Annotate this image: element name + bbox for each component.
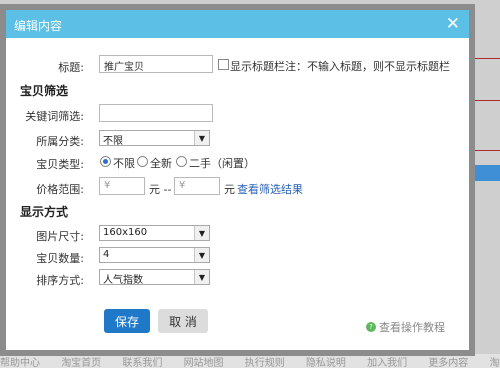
footer-link[interactable]: 隐私说明 <box>306 358 346 368</box>
edit-dialog: 编辑内容 ✕ 标题: 推广宝贝 显示标题栏注：不输入标题，则不显示标题栏 宝贝筛… <box>6 10 469 350</box>
close-icon[interactable]: ✕ <box>446 14 460 34</box>
footer-link[interactable]: 联系我们 <box>122 358 162 368</box>
image-size-select[interactable]: 160x160 ▼ <box>99 225 210 241</box>
footer-link[interactable]: 加入我们 <box>367 358 407 368</box>
sort-select[interactable]: 人气指数 ▼ <box>99 269 210 286</box>
dialog-frame: 编辑内容 ✕ 标题: 推广宝贝 显示标题栏注：不输入标题，则不显示标题栏 宝贝筛… <box>0 4 475 356</box>
count-select[interactable]: 4 ▼ <box>99 247 210 263</box>
chevron-down-icon: ▼ <box>194 248 209 262</box>
price-min-input[interactable]: ¥ <box>99 177 145 195</box>
footer-link[interactable]: 帮助中心 <box>0 358 40 368</box>
price-separator: 元 -- <box>149 183 172 196</box>
footer-link[interactable]: 淘宝 <box>490 358 500 368</box>
type-label: 宝贝类型: <box>36 158 84 171</box>
show-title-checkbox[interactable] <box>218 59 229 70</box>
dialog-titlebar[interactable]: 编辑内容 ✕ <box>6 10 469 38</box>
footer-link[interactable]: 网站地图 <box>184 358 224 368</box>
type-option-new: 全新 <box>150 157 172 170</box>
sort-value: 人气指数 <box>103 275 143 286</box>
type-radio-any[interactable] <box>100 156 111 167</box>
image-size-value: 160x160 <box>103 227 148 238</box>
section-filter-heading: 宝贝筛选 <box>20 84 69 98</box>
price-max-input[interactable]: ¥ <box>174 177 220 195</box>
section-display-heading: 显示方式 <box>20 205 69 219</box>
footer-link[interactable]: 淘宝首页 <box>61 358 101 368</box>
dialog-title: 编辑内容 <box>14 19 63 33</box>
type-radio-new[interactable] <box>137 156 148 167</box>
type-option-used: 二手（闲置） <box>189 157 255 170</box>
title-label: 标题: <box>58 61 84 74</box>
keyword-input[interactable] <box>99 104 213 122</box>
show-title-label: 显示标题栏注：不输入标题，则不显示标题栏 <box>230 60 450 73</box>
help-icon: ? <box>366 322 376 332</box>
footer-link[interactable]: 执行规则 <box>245 358 285 368</box>
view-results-link[interactable]: 查看筛选结果 <box>237 181 303 197</box>
chevron-down-icon: ▼ <box>194 270 209 284</box>
type-option-any: 不限 <box>113 157 135 170</box>
count-label: 宝贝数量: <box>36 252 84 265</box>
price-label: 价格范围: <box>36 183 84 196</box>
count-value: 4 <box>103 249 110 260</box>
category-select-value: 不限 <box>103 136 123 147</box>
category-label: 所属分类: <box>36 135 84 148</box>
help-link-label: 查看操作教程 <box>379 321 445 334</box>
cancel-button[interactable]: 取 消 <box>158 309 208 333</box>
footer-link[interactable]: 更多内容 <box>428 358 468 368</box>
type-radio-used[interactable] <box>176 156 187 167</box>
sort-label: 排序方式: <box>36 274 84 287</box>
category-select[interactable]: 不限 ▼ <box>99 130 210 147</box>
image-size-label: 图片尺寸: <box>36 230 84 243</box>
chevron-down-icon: ▼ <box>194 226 209 240</box>
chevron-down-icon: ▼ <box>194 131 209 145</box>
title-input[interactable]: 推广宝贝 <box>99 55 213 73</box>
price-unit: 元 <box>224 183 235 196</box>
keyword-label: 关键词筛选: <box>25 110 84 123</box>
help-link[interactable]: ? 查看操作教程 <box>366 319 445 335</box>
save-button[interactable]: 保存 <box>104 309 150 333</box>
background-footer: 帮助中心 淘宝首页 联系我们 网站地图 执行规则 隐私说明 加入我们 更多内容 … <box>0 354 500 368</box>
